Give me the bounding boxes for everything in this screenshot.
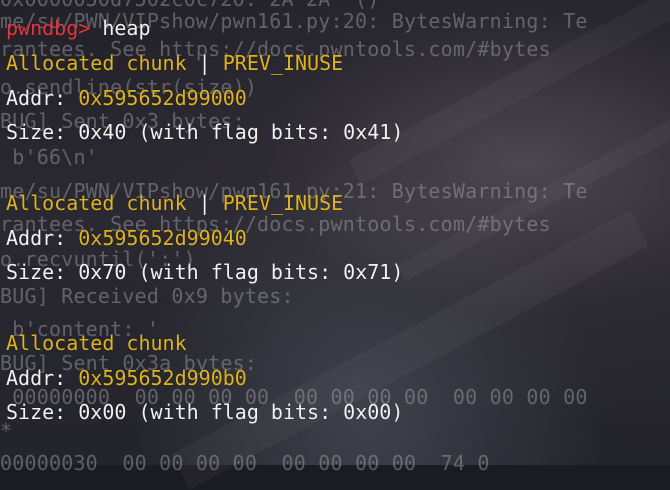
chunk-size-line: Size: 0x00 (with flag bits: 0x00) (6, 400, 404, 424)
chunk-addr-line: Addr: 0x595652d99040 (6, 227, 247, 249)
chunk-status: Allocated chunk (6, 331, 187, 355)
command-text: heap (102, 16, 151, 40)
chunk-header: Allocated chunk | PREV_INUSE (6, 192, 343, 214)
chunk-addr-line: Addr: 0x595652d990b0 (6, 367, 247, 389)
flag-separator: | (186, 51, 223, 75)
addr-label: Addr: (6, 226, 79, 250)
bg-line: BUG] Received 0x9 bytes: (0, 284, 294, 308)
flag-separator: | (186, 191, 223, 215)
chunk-addr-line: Addr: 0x595652d99000 (6, 87, 247, 109)
pwndbg-prompt: pwndbg> (6, 16, 91, 40)
prompt-line: pwndbg> heap (6, 17, 151, 39)
chunk-header: Allocated chunk | PREV_INUSE (6, 52, 343, 74)
chunk-flag: PREV_INUSE (222, 51, 344, 75)
chunk-address: 0x595652d99000 (78, 86, 247, 110)
chunk-size-line: Size: 0x40 (with flag bits: 0x41) (6, 120, 404, 144)
chunk-flag: PREV_INUSE (222, 191, 344, 215)
chunk-size-line: Size: 0x70 (with flag bits: 0x71) (6, 260, 404, 284)
chunk-address: 0x595652d99040 (78, 226, 247, 250)
addr-label: Addr: (6, 366, 79, 390)
chunk-status: Allocated chunk (6, 191, 187, 215)
chunk-header: Allocated chunk (6, 332, 187, 354)
wallpaper-streak (171, 210, 649, 489)
bg-line: b'66\n' (0, 145, 98, 169)
chunk-address: 0x595652d990b0 (78, 366, 247, 390)
addr-label: Addr: (6, 86, 79, 110)
chunk-status: Allocated chunk (6, 51, 187, 75)
bg-hexdump-line: 00000030 00 00 00 00 00 00 00 00 74 0 (0, 451, 490, 475)
